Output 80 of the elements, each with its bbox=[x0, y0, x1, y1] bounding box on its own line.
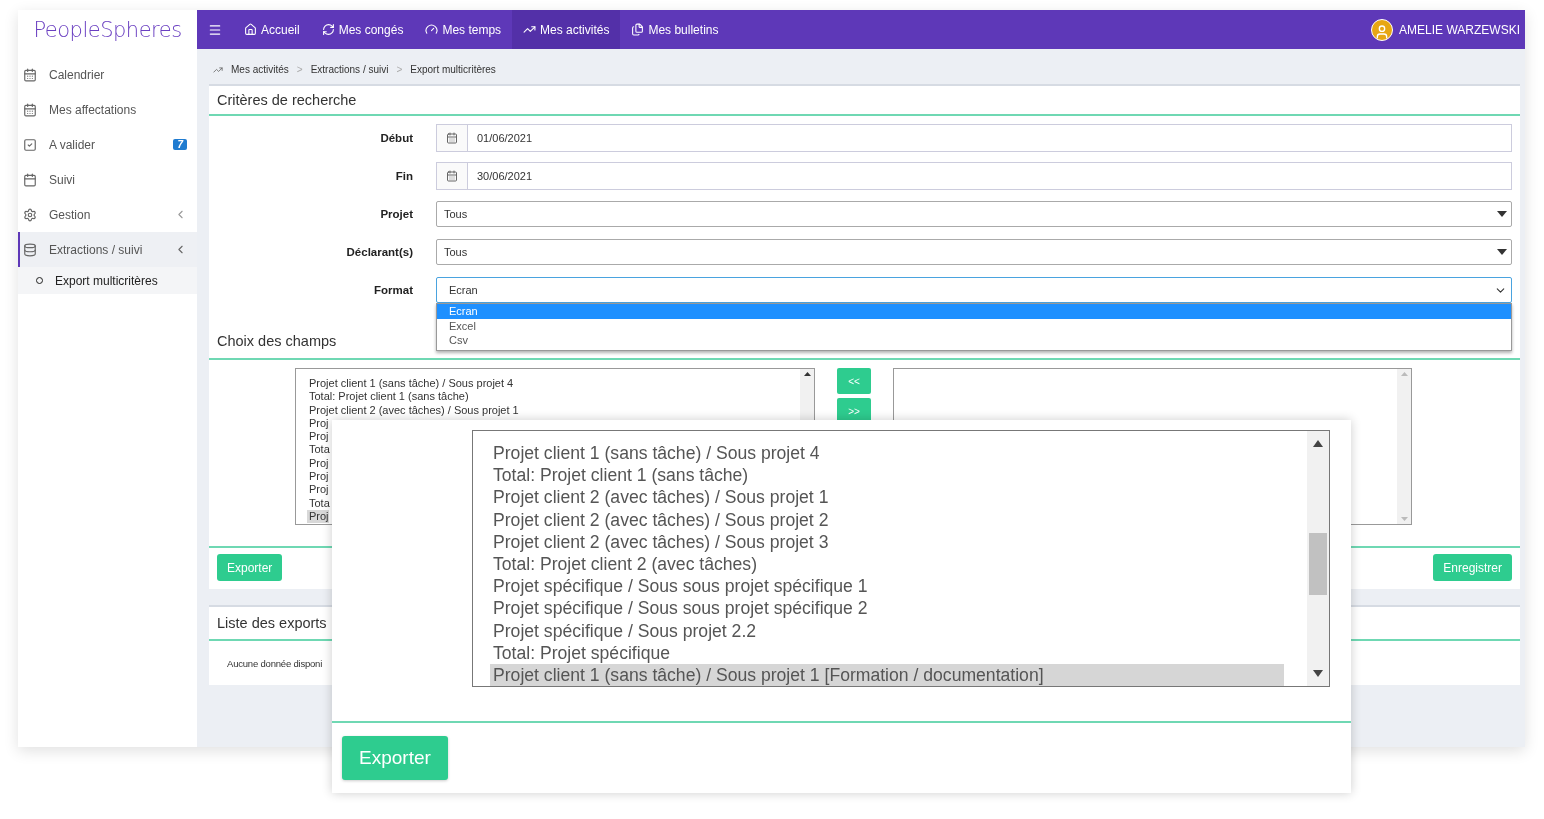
list-option[interactable]: Projet client 1 (sans tâche) / Sous projet 1 [Formation / documentation] bbox=[490, 664, 1284, 686]
trend-line-icon bbox=[213, 64, 223, 75]
field-label: Format bbox=[373, 284, 413, 296]
nav-item[interactable]: Mes temps bbox=[414, 10, 513, 49]
list-option[interactable]: Proj bbox=[307, 470, 329, 484]
scroll-down-icon[interactable] bbox=[1313, 670, 1323, 677]
dropdown-option[interactable]: Csv bbox=[437, 333, 1511, 348]
gauge-icon bbox=[425, 23, 439, 36]
panel-title: Critères de recherche bbox=[209, 86, 1520, 116]
nav-item[interactable]: Mes bulletins bbox=[620, 10, 730, 49]
sidebar-item-label: Calendrier bbox=[49, 67, 106, 82]
list-option[interactable]: Projet spécifique / Sous sous projet spécifique 1 bbox=[490, 575, 1284, 598]
calendar-icon bbox=[446, 132, 458, 144]
count-badge: 7 bbox=[173, 139, 187, 150]
field-label: Déclarant(s) bbox=[345, 246, 413, 258]
list-option[interactable]: Projet client 2 (avec tâches) / Sous projet 1 bbox=[490, 486, 1284, 509]
user-name: AMELIE WARZEWSKI bbox=[1399, 22, 1521, 37]
list-option[interactable]: Proj bbox=[307, 416, 329, 431]
list-option[interactable]: Proj bbox=[307, 456, 329, 471]
calendar-icon bbox=[23, 102, 37, 117]
field-label: Fin bbox=[394, 170, 413, 182]
sidebar-subitem[interactable]: Export multicritères bbox=[18, 267, 197, 294]
list-option[interactable]: Projet client 2 (avec tâches) / Sous projet 2 bbox=[490, 508, 1284, 531]
sidebar-item[interactable]: Extractions / suivi bbox=[18, 232, 197, 267]
select-field[interactable]: Tous bbox=[436, 239, 1512, 265]
calendar-icon bbox=[446, 170, 458, 182]
list-option[interactable]: Total: Projet spécifique bbox=[490, 641, 1284, 665]
fields-list[interactable] bbox=[472, 430, 1330, 687]
breadcrumb-separator: > bbox=[296, 64, 303, 75]
list-option[interactable]: Projet client 2 (avec tâches) / Sous projet 1 bbox=[307, 403, 519, 417]
list-option[interactable]: Tota bbox=[307, 496, 330, 510]
select-field[interactable]: Ecran bbox=[436, 277, 1512, 303]
menu-icon bbox=[208, 22, 222, 37]
list-option[interactable]: Projet spécifique / Sous projet 2.2 bbox=[490, 619, 1284, 642]
list-option[interactable]: Projet client 1 (sans tâche) / Sous projet 4 bbox=[307, 377, 514, 391]
list-option[interactable]: Projet client 1 (sans tâche) / Sous projet 4 bbox=[490, 442, 1284, 465]
scrollbar[interactable] bbox=[1307, 431, 1329, 686]
trend-line-icon bbox=[523, 23, 537, 36]
scroll-up-icon[interactable] bbox=[803, 372, 811, 376]
caret-icon bbox=[1497, 211, 1507, 217]
checkbox-icon bbox=[23, 137, 37, 152]
sidebar-item-label: A valider bbox=[49, 137, 97, 152]
list-option[interactable]: Proj bbox=[307, 483, 329, 497]
sidebar-item-label: Mes affectations bbox=[49, 102, 138, 117]
avatar[interactable] bbox=[1371, 18, 1394, 41]
sidebar-item-label: Extractions / suivi bbox=[49, 242, 144, 257]
breadcrumb-link[interactable]: Extractions / suivi bbox=[310, 64, 389, 75]
caret-icon bbox=[1497, 249, 1507, 255]
nav-item[interactable]: Mes activités bbox=[512, 10, 621, 49]
field-label: Début bbox=[379, 132, 413, 144]
list-option[interactable]: Proj bbox=[307, 509, 329, 524]
list-option[interactable]: Total: Projet client 2 (avec tâches) bbox=[490, 553, 1284, 576]
date-field[interactable]: 01/06/2021 bbox=[436, 124, 1512, 152]
nav-item[interactable]: Mes congés bbox=[310, 10, 415, 49]
select-field[interactable]: Tous bbox=[436, 201, 1512, 227]
sidebar-item-label: Gestion bbox=[49, 207, 92, 222]
home-icon bbox=[244, 23, 257, 36]
sidebar-item-label: Suivi bbox=[49, 172, 76, 187]
breadcrumb-separator: > bbox=[396, 64, 403, 75]
database-icon bbox=[23, 242, 37, 257]
scrollbar-thumb[interactable] bbox=[1309, 533, 1327, 595]
list-option[interactable]: Tota bbox=[307, 443, 330, 457]
refresh-icon bbox=[321, 23, 335, 36]
field-label: Projet bbox=[379, 208, 413, 220]
list-option[interactable]: Projet client 2 (avec tâches) / Sous projet 3 bbox=[490, 530, 1284, 553]
calendar-icon bbox=[23, 172, 37, 187]
list-option[interactable]: Total: Projet client 1 (sans tâche) bbox=[307, 390, 469, 404]
settings-icon bbox=[23, 207, 37, 222]
breadcrumb-link[interactable]: Export multicritères bbox=[410, 64, 496, 75]
breadcrumb-link[interactable]: Mes activités bbox=[231, 64, 289, 75]
logo: PeopleSpheres bbox=[32, 16, 183, 44]
sidebar-subitem-label: Export multicritères bbox=[55, 273, 158, 288]
list-option[interactable]: Total: Projet client 1 (sans tâche) bbox=[490, 464, 1284, 487]
empty-message: Aucune donnée disponi bbox=[227, 658, 323, 669]
files-icon bbox=[631, 23, 645, 36]
list-option[interactable]: Proj bbox=[307, 430, 329, 444]
calendar-icon bbox=[23, 67, 37, 82]
scroll-up-icon[interactable] bbox=[1313, 440, 1323, 447]
nav-item[interactable]: Accueil bbox=[233, 10, 311, 49]
date-field[interactable]: 30/06/2021 bbox=[436, 162, 1512, 190]
